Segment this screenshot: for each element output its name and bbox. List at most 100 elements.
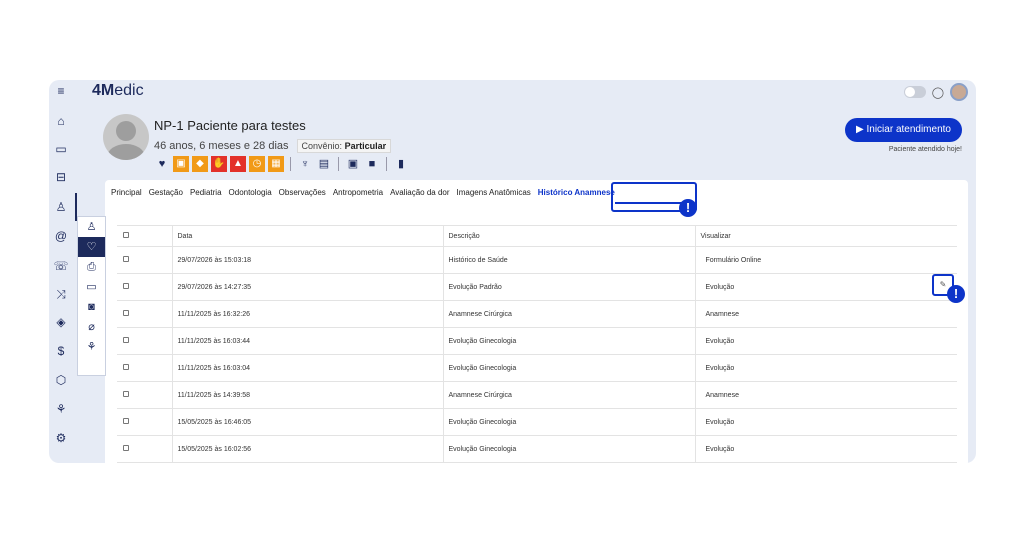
- person-icon[interactable]: ♙: [78, 217, 105, 237]
- column-header-date[interactable]: Data: [172, 225, 444, 247]
- car-icon[interactable]: ⊟: [53, 169, 69, 185]
- tab-observacoes[interactable]: Observações: [279, 188, 326, 197]
- hand-alert-icon[interactable]: ✋: [211, 156, 227, 172]
- row-description: Histórico de Saúde: [443, 246, 696, 274]
- row-date: 15/05/2025 às 16:02:56: [172, 435, 444, 463]
- table-row[interactable]: 29/07/2026 às 15:03:18 Histórico de Saúde…: [117, 246, 957, 274]
- row-date: 11/11/2025 às 16:03:44: [172, 327, 444, 355]
- row-view-link[interactable]: Evolução: [695, 327, 957, 355]
- top-right-controls: ◯: [903, 83, 968, 101]
- row-checkbox[interactable]: [123, 310, 129, 316]
- home-icon[interactable]: ⌂: [53, 113, 69, 129]
- row-checkbox[interactable]: [123, 337, 129, 343]
- row-description: Evolução Ginecologia: [443, 327, 696, 355]
- clip-icon[interactable]: ⌀: [78, 317, 105, 337]
- at-icon[interactable]: @: [53, 228, 69, 244]
- patient-icon[interactable]: ♙: [53, 193, 77, 221]
- warning-alert-icon[interactable]: ▲: [230, 156, 246, 172]
- table-row[interactable]: 11/11/2025 às 16:03:44 Evolução Ginecolog…: [117, 327, 957, 355]
- table-row[interactable]: 11/11/2025 às 16:03:04 Evolução Ginecolog…: [117, 354, 957, 382]
- patient-info-line: 46 anos, 6 meses e 28 dias Convênio: Par…: [154, 139, 392, 153]
- grid-alert-icon[interactable]: ▦: [268, 156, 284, 172]
- table-row[interactable]: 15/05/2025 às 16:02:56 Evolução Ginecolog…: [117, 435, 957, 463]
- row-checkbox[interactable]: [123, 445, 129, 451]
- table-row[interactable]: 11/11/2025 às 16:32:26 Anamnese Cirúrgica…: [117, 300, 957, 328]
- table-row[interactable]: 11/11/2025 às 14:39:58 Anamnese Cirúrgica…: [117, 381, 957, 409]
- calendar-check-icon[interactable]: ▣: [345, 156, 361, 172]
- shuffle-icon[interactable]: ⤨: [53, 286, 69, 302]
- tab-imagens-anatomicas[interactable]: Imagens Anatômicas: [457, 188, 531, 197]
- row-view-link[interactable]: Formulário Online: [695, 246, 957, 274]
- row-checkbox[interactable]: [123, 256, 129, 262]
- tab-odontologia[interactable]: Odontologia: [229, 188, 272, 197]
- chat-icon[interactable]: ◯: [932, 86, 944, 99]
- row-checkbox[interactable]: [123, 418, 129, 424]
- select-all-checkbox[interactable]: [123, 232, 129, 238]
- pill-alert-icon[interactable]: ◆: [192, 156, 208, 172]
- tab-pediatria[interactable]: Pediatria: [190, 188, 222, 197]
- dollar-icon[interactable]: $: [53, 343, 69, 359]
- column-header-view[interactable]: Visualizar: [695, 225, 957, 247]
- book-icon[interactable]: ▮: [393, 156, 409, 172]
- row-checkbox[interactable]: [123, 283, 129, 289]
- row-view-link[interactable]: Evolução: [695, 354, 957, 382]
- row-date: 11/11/2025 às 16:32:26: [172, 300, 444, 328]
- table-row[interactable]: 15/05/2025 às 16:46:05 Evolução Ginecolog…: [117, 408, 957, 436]
- row-view-link[interactable]: Evolução: [695, 273, 957, 301]
- attended-note: Paciente atendido hoje!: [888, 146, 962, 153]
- row-view-link[interactable]: Evolução: [695, 435, 957, 463]
- print-icon[interactable]: ⎙: [78, 257, 105, 277]
- tab-gestacao[interactable]: Gestação: [149, 188, 183, 197]
- row-checkbox[interactable]: [123, 391, 129, 397]
- row-view-link[interactable]: Anamnese: [695, 300, 957, 328]
- row-date: 11/11/2025 às 14:39:58: [172, 381, 444, 409]
- clock-alert-icon[interactable]: ◷: [249, 156, 265, 172]
- main-panel: Principal Gestação Pediatria Odontologia…: [105, 180, 968, 463]
- video-icon[interactable]: ■: [364, 156, 380, 172]
- tab-historico-anamnese[interactable]: Histórico Anamnese: [538, 188, 615, 197]
- tab-avaliacao-dor[interactable]: Avaliação da dor: [390, 188, 449, 197]
- user-avatar[interactable]: [950, 83, 968, 101]
- chart-icon[interactable]: ⚘: [78, 337, 105, 357]
- row-description: Evolução Ginecologia: [443, 354, 696, 382]
- row-date: 29/07/2026 às 15:03:18: [172, 246, 444, 274]
- row-checkbox[interactable]: [123, 364, 129, 370]
- divider: [290, 157, 291, 171]
- tab-principal[interactable]: Principal: [111, 188, 142, 197]
- patient-subnav: ♙ ♡ ⎙ ▭ ◙ ⌀ ⚘: [77, 216, 106, 376]
- tab-antropometria[interactable]: Antropometria: [333, 188, 383, 197]
- app-logo: 4Medic: [92, 82, 144, 99]
- heartbeat-icon[interactable]: ♡: [78, 237, 105, 257]
- tab-alert-badge: !: [679, 199, 697, 217]
- calendar-icon[interactable]: ▭: [53, 141, 69, 157]
- start-attendance-button[interactable]: ▶ Iniciar atendimento: [845, 118, 962, 142]
- theme-toggle[interactable]: [903, 86, 926, 98]
- stethoscope-icon[interactable]: ♆: [297, 156, 313, 172]
- row-date: 11/11/2025 às 16:03:04: [172, 354, 444, 382]
- row-description: Evolução Padrão: [443, 273, 696, 301]
- heart-icon[interactable]: ♥: [154, 156, 170, 172]
- tag-icon[interactable]: ◈: [53, 314, 69, 330]
- row-view-link[interactable]: Evolução: [695, 408, 957, 436]
- convenio-badge: Convênio: Particular: [296, 139, 392, 153]
- menu-icon[interactable]: ≡: [53, 83, 69, 99]
- row-view-link[interactable]: Anamnese: [695, 381, 957, 409]
- row-description: Evolução Ginecologia: [443, 435, 696, 463]
- select-all-cell[interactable]: [117, 225, 173, 247]
- clipboard-alert-icon[interactable]: ▣: [173, 156, 189, 172]
- row-date: 29/07/2026 às 14:27:35: [172, 273, 444, 301]
- edit-alert-badge: !: [947, 285, 965, 303]
- row-date: 15/05/2025 às 16:46:05: [172, 408, 444, 436]
- folder-icon[interactable]: ▭: [78, 277, 105, 297]
- settings-icon[interactable]: ⚙: [53, 430, 69, 446]
- list-icon[interactable]: ▤: [316, 156, 332, 172]
- app-window: ≡ ⌂ ▭ ⊟ ♙ @ ☏ ⤨ ◈ $ ⬡ ⚘ ⚙ 4Medic ◯ NP-1 …: [49, 80, 976, 463]
- phone-icon[interactable]: ☏: [53, 258, 69, 274]
- box-icon[interactable]: ⬡: [53, 372, 69, 388]
- camera-icon[interactable]: ◙: [78, 297, 105, 317]
- chart-icon[interactable]: ⚘: [53, 401, 69, 417]
- table-row[interactable]: 29/07/2026 às 14:27:35 Evolução Padrão Evo…: [117, 273, 957, 301]
- tab-bar: Principal Gestação Pediatria Odontologia…: [111, 188, 615, 197]
- column-header-description[interactable]: Descrição: [443, 225, 696, 247]
- table-header-row: Data Descrição Visualizar: [117, 225, 957, 247]
